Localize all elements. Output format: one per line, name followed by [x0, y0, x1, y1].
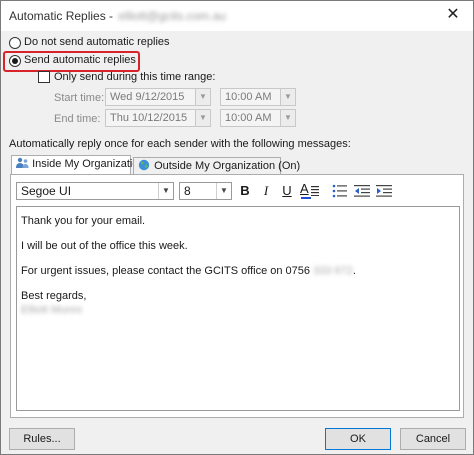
send-replies-radio[interactable] [9, 55, 21, 67]
message-editor[interactable]: Thank you for your email. I will be out … [16, 206, 460, 411]
instructions-label: Automatically reply once for each sender… [9, 138, 351, 150]
tab-outside-organization[interactable]: Outside My Organization (On) [133, 157, 300, 175]
automatic-replies-dialog: Automatic Replies - elliott@gcits.com.au… [0, 0, 474, 455]
send-replies-label[interactable]: Send automatic replies [24, 54, 136, 66]
message-line: For urgent issues, please contact the GC… [21, 265, 356, 277]
end-date-picker[interactable]: Thu 10/12/2015 ▼ [105, 109, 211, 127]
do-not-send-radio[interactable] [9, 37, 21, 49]
chevron-down-icon: ▼ [280, 110, 295, 126]
font-family-value: Segoe UI [21, 184, 72, 198]
end-time-value: 10:00 AM [225, 112, 272, 124]
font-color-letter: A [300, 181, 309, 196]
start-time-picker[interactable]: 10:00 AM ▼ [220, 88, 296, 106]
people-icon [16, 157, 29, 168]
signature-name: Elliott Munro [21, 304, 83, 316]
start-date-value: Wed 9/12/2015 [110, 91, 185, 103]
font-size-value: 8 [184, 184, 191, 198]
rules-button[interactable]: Rules... [9, 428, 75, 450]
font-color-button[interactable]: A [299, 181, 325, 200]
chevron-down-icon: ▼ [158, 183, 173, 199]
time-range-checkbox[interactable] [38, 71, 50, 83]
message-text: . [352, 265, 356, 277]
message-line: Thank you for your email. [21, 215, 146, 227]
end-date-value: Thu 10/12/2015 [110, 112, 188, 124]
start-time-label: Start time: [54, 92, 105, 104]
chevron-down-icon: ▼ [195, 89, 210, 105]
increase-indent-button[interactable] [375, 182, 393, 200]
chevron-down-icon: ▼ [280, 89, 295, 105]
bullets-button[interactable] [331, 182, 349, 200]
text-lines-icon [311, 186, 319, 196]
message-text: For urgent issues, please contact the GC… [21, 265, 314, 277]
globe-icon [138, 159, 150, 171]
cancel-button[interactable]: Cancel [400, 428, 466, 450]
underline-button[interactable]: U [278, 182, 296, 200]
window-title-text: Automatic Replies - [9, 9, 117, 23]
tab-outside-label: Outside My Organization (On) [154, 160, 301, 172]
end-time-picker[interactable]: 10:00 AM ▼ [220, 109, 296, 127]
bullet-list-icon [332, 184, 347, 198]
font-size-select[interactable]: 8 ▼ [179, 182, 232, 200]
start-date-picker[interactable]: Wed 9/12/2015 ▼ [105, 88, 211, 106]
increase-indent-icon [376, 185, 392, 197]
font-color-bar [301, 197, 311, 199]
bold-button[interactable]: B [236, 182, 254, 200]
chevron-down-icon: ▼ [216, 183, 231, 199]
close-icon[interactable]: ✕ [443, 5, 463, 25]
tab-inside-organization[interactable]: Inside My Organization [11, 155, 145, 175]
font-family-select[interactable]: Segoe UI ▼ [16, 182, 174, 200]
message-line: I will be out of the office this week. [21, 240, 188, 252]
radio-selected-dot [12, 58, 18, 64]
tab-inside-label: Inside My Organization [32, 158, 145, 170]
italic-button[interactable]: I [257, 182, 275, 200]
time-range-label[interactable]: Only send during this time range: [54, 71, 215, 83]
window-title: Automatic Replies - elliott@gcits.com.au [9, 9, 226, 23]
account-address: elliott@gcits.com.au [118, 9, 226, 23]
decrease-indent-button[interactable] [353, 182, 371, 200]
end-time-label: End time: [54, 113, 101, 125]
phone-number: 333 672 [313, 265, 353, 277]
start-time-value: 10:00 AM [225, 91, 272, 103]
ok-button[interactable]: OK [325, 428, 391, 450]
chevron-down-icon: ▼ [195, 110, 210, 126]
message-line: Elliott Munro [21, 304, 82, 316]
decrease-indent-icon [354, 185, 370, 197]
title-bar: Automatic Replies - elliott@gcits.com.au… [1, 1, 473, 31]
do-not-send-label[interactable]: Do not send automatic replies [24, 36, 170, 48]
message-line: Best regards, [21, 290, 87, 302]
